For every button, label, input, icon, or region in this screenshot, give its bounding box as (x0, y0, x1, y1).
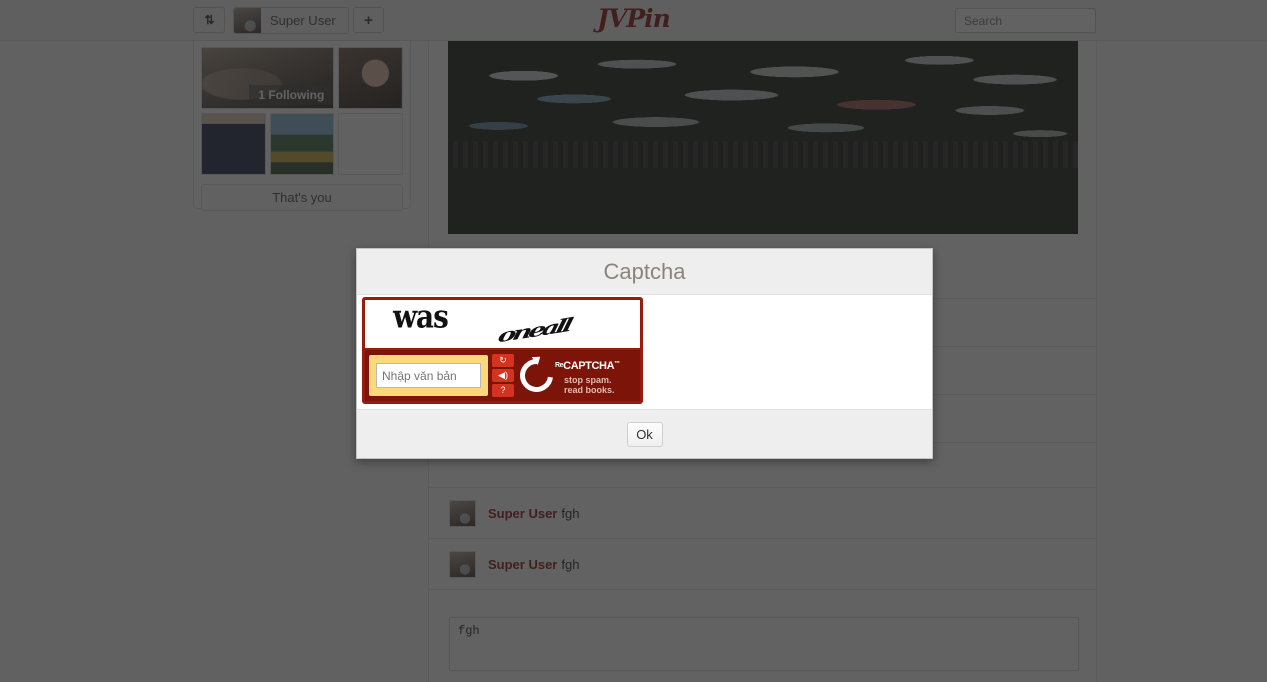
recaptcha-widget: was oneall ↻ ◀) ? ReCAPT (362, 297, 643, 404)
recaptcha-button-column: ↻ ◀) ? (492, 354, 514, 397)
dialog-footer: Ok (357, 409, 932, 458)
tagline-line-2: read books. (564, 385, 615, 395)
captcha-word-one: was (392, 300, 449, 336)
audio-icon[interactable]: ◀) (492, 369, 514, 382)
recaptcha-logo-icon (513, 352, 560, 399)
dialog-title: Captcha (603, 258, 686, 284)
recaptcha-tagline: stop spam. read books. (564, 375, 615, 395)
captcha-challenge-image: was oneall (365, 300, 640, 350)
refresh-icon[interactable]: ↻ (492, 354, 514, 367)
help-icon[interactable]: ? (492, 384, 514, 397)
ok-button[interactable]: Ok (626, 421, 663, 447)
recaptcha-branding: ReCAPTCHA™ stop spam. read books. (513, 352, 636, 399)
dialog-body: was oneall ↻ ◀) ? ReCAPT (357, 295, 932, 409)
recaptcha-controls: ↻ ◀) ? ReCAPTCHA™ stop spam. read books. (365, 350, 640, 401)
recaptcha-re-text: Re (555, 362, 564, 369)
recaptcha-tm-text: ™ (614, 361, 620, 367)
captcha-input-wrap (369, 355, 488, 396)
recaptcha-wordmark: ReCAPTCHA™ (555, 360, 620, 372)
recaptcha-name-text: CAPTCHA (563, 360, 615, 372)
captcha-word-two: oneall (495, 314, 572, 348)
captcha-dialog: Captcha was oneall ↻ ◀) ? (356, 248, 933, 459)
dialog-header: Captcha (357, 249, 932, 295)
tagline-line-1: stop spam. (564, 375, 612, 385)
captcha-input[interactable] (376, 363, 481, 388)
page-root: ⇅ Super User + JVPin 1 Following That' (0, 0, 1267, 682)
